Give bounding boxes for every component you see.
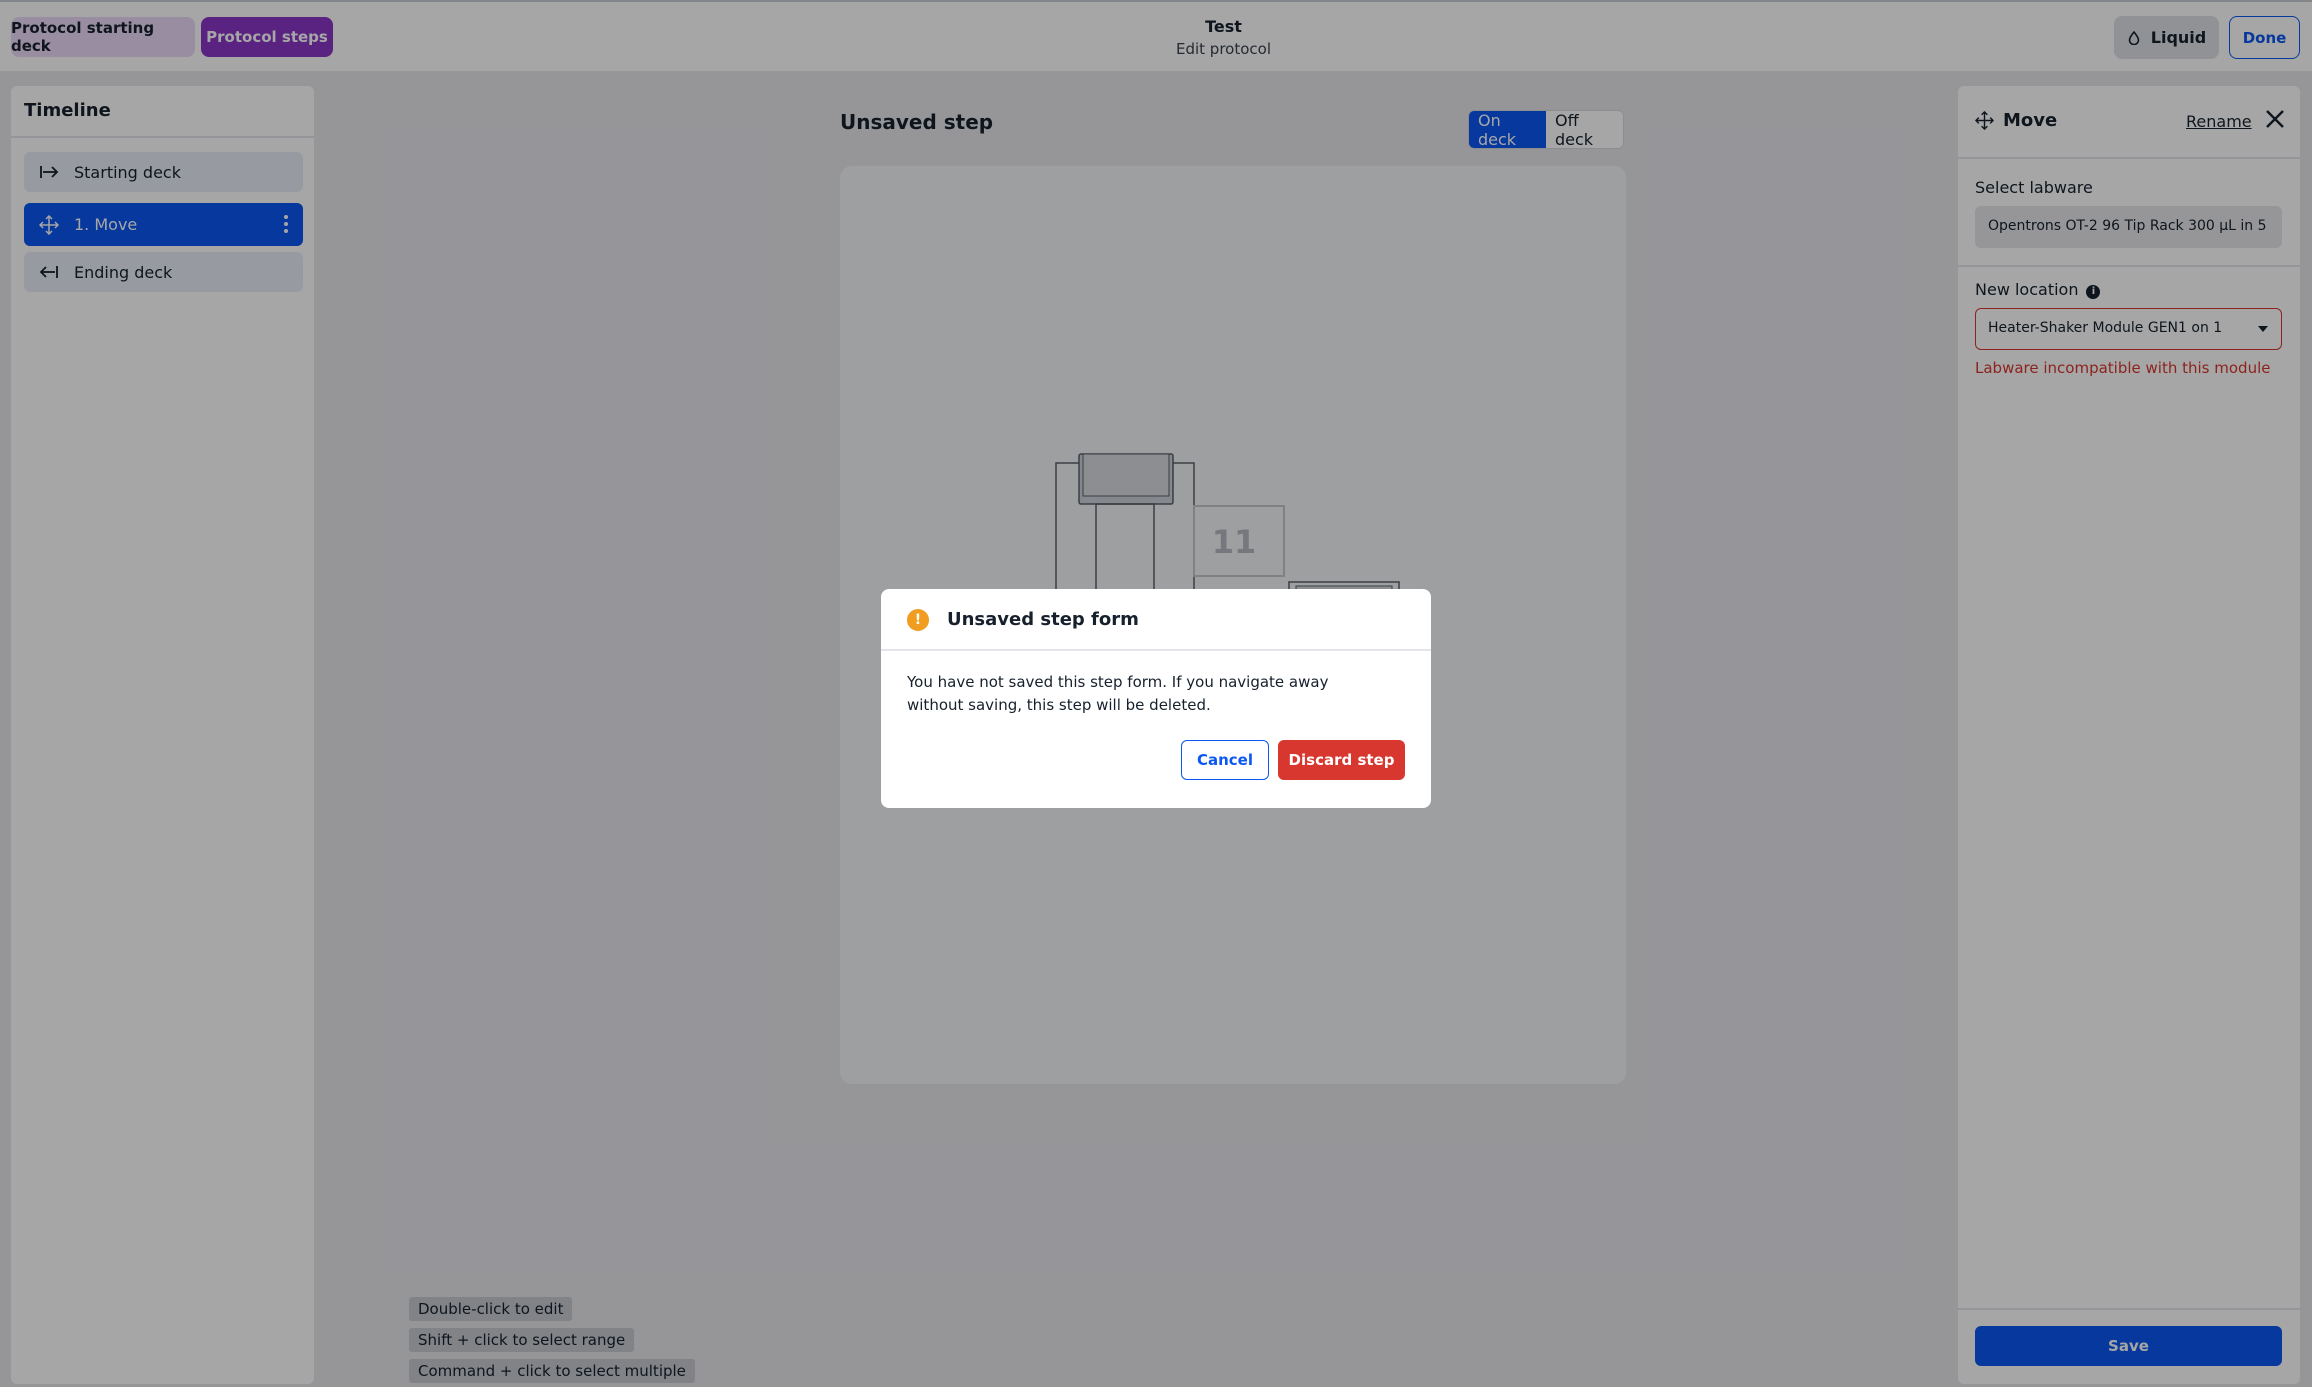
cancel-button[interactable]: Cancel: [1181, 740, 1269, 780]
modal-title: Unsaved step form: [947, 609, 1139, 630]
modal-body: You have not saved this step form. If yo…: [907, 673, 1329, 714]
unsaved-step-modal: ! Unsaved step form You have not saved t…: [881, 589, 1431, 808]
modal-header: ! Unsaved step form: [881, 589, 1431, 651]
discard-step-button[interactable]: Discard step: [1278, 740, 1405, 780]
warning-icon: !: [907, 609, 929, 631]
